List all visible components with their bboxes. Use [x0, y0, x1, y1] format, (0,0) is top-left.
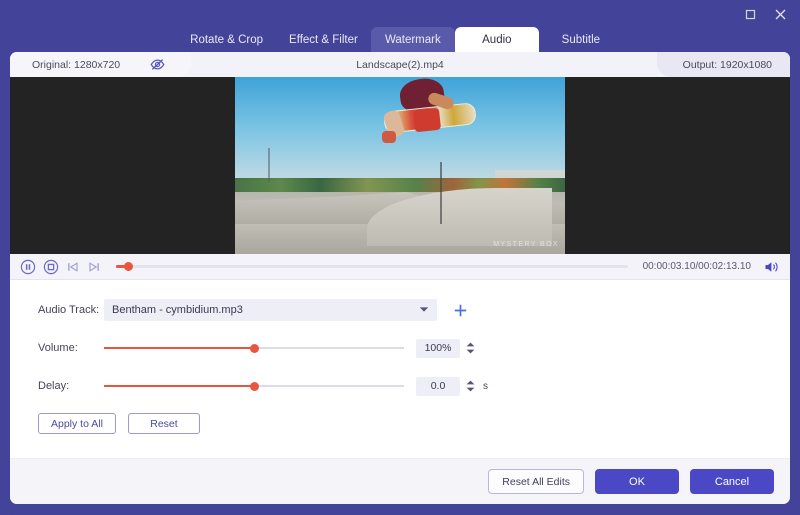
seek-track	[116, 265, 628, 268]
cancel-label: Cancel	[715, 476, 749, 488]
apply-to-all-button[interactable]: Apply to All	[38, 413, 116, 434]
skater-torso	[413, 108, 441, 133]
pole	[440, 162, 442, 224]
delay-value: 0.0	[431, 380, 446, 392]
lamppost	[268, 148, 270, 182]
skateboarder	[370, 79, 490, 151]
tab-rotate-crop[interactable]: Rotate & Crop	[177, 27, 276, 53]
volume-slider-thumb[interactable]	[250, 344, 259, 353]
stepper-down-icon	[466, 349, 475, 354]
stepper-up-icon	[466, 380, 475, 385]
time-display: 00:00:03.10/00:02:13.10	[643, 261, 751, 272]
dialog-footer: Reset All Edits OK Cancel	[10, 458, 790, 504]
delay-slider-thumb[interactable]	[250, 382, 259, 391]
delay-unit-label: s	[483, 381, 488, 392]
delay-slider[interactable]	[104, 378, 404, 394]
audio-settings-panel: Audio Track: Bentham - cymbidium.mp3 Vol…	[10, 280, 790, 458]
tab-audio[interactable]: Audio	[455, 27, 539, 53]
volume-stepper[interactable]	[463, 339, 477, 358]
audio-track-label: Audio Track:	[38, 304, 104, 316]
add-audio-track-button[interactable]	[451, 301, 469, 319]
delay-label: Delay:	[38, 380, 104, 392]
chevron-down-icon	[419, 304, 429, 316]
tab-effect-filter[interactable]: Effect & Filter	[276, 27, 371, 53]
next-frame-icon[interactable]	[87, 260, 101, 274]
editor-window: Rotate & Crop Effect & Filter Watermark …	[0, 0, 800, 515]
volume-label: Volume:	[38, 342, 104, 354]
cancel-button[interactable]: Cancel	[690, 469, 774, 494]
ok-button[interactable]: OK	[595, 469, 679, 494]
tab-label: Effect & Filter	[289, 34, 358, 46]
apply-to-all-label: Apply to All	[51, 418, 103, 430]
delay-row: Delay: 0.0 s	[10, 373, 790, 399]
audio-action-row: Apply to All Reset	[10, 413, 790, 434]
audio-track-row: Audio Track: Bentham - cymbidium.mp3	[10, 297, 790, 323]
title-bar	[0, 0, 800, 28]
reset-all-edits-button[interactable]: Reset All Edits	[488, 469, 584, 494]
stop-circle-icon[interactable]	[43, 259, 59, 275]
delay-value-field[interactable]: 0.0	[416, 377, 460, 396]
tab-bar: Rotate & Crop Effect & Filter Watermark …	[0, 26, 800, 53]
audio-track-select[interactable]: Bentham - cymbidium.mp3	[104, 299, 437, 321]
skater-shoe	[382, 131, 396, 143]
tab-subtitle[interactable]: Subtitle	[539, 27, 623, 53]
eye-off-icon[interactable]	[150, 58, 165, 71]
tab-label: Rotate & Crop	[190, 34, 263, 46]
player-controls: 00:00:03.10/00:02:13.10	[10, 254, 790, 280]
volume-slider-fill	[104, 347, 254, 349]
filename-label: Landscape(2).mp4	[356, 59, 444, 71]
volume-row: Volume: 100%	[10, 335, 790, 361]
volume-icon[interactable]	[764, 260, 780, 274]
output-info: Output: 1920x1080	[657, 52, 790, 77]
seek-thumb[interactable]	[124, 262, 133, 271]
reset-label: Reset	[150, 418, 177, 430]
info-bar: Landscape(2).mp4 Original: 1280x720 Outp…	[10, 52, 790, 77]
tab-label: Audio	[482, 34, 511, 46]
video-preview-stage: MYSTERY BOX	[10, 77, 790, 254]
tab-watermark[interactable]: Watermark	[371, 27, 455, 53]
tab-label: Watermark	[385, 34, 441, 46]
maximize-icon[interactable]	[742, 6, 758, 22]
volume-value-field[interactable]: 100%	[416, 339, 460, 358]
video-watermark: MYSTERY BOX	[493, 241, 559, 248]
ok-label: OK	[629, 476, 645, 488]
reset-button[interactable]: Reset	[128, 413, 200, 434]
close-icon[interactable]	[772, 6, 788, 22]
tab-label: Subtitle	[562, 34, 600, 46]
stepper-up-icon	[466, 342, 475, 347]
previous-frame-icon[interactable]	[66, 260, 80, 274]
pause-circle-icon[interactable]	[20, 259, 36, 275]
video-frame: MYSTERY BOX	[235, 77, 565, 254]
stepper-down-icon	[466, 387, 475, 392]
reset-all-edits-label: Reset All Edits	[502, 476, 570, 488]
delay-stepper[interactable]	[463, 377, 477, 396]
audio-track-value: Bentham - cymbidium.mp3	[112, 304, 243, 316]
seek-slider[interactable]	[116, 259, 628, 275]
original-resolution-label: Original: 1280x720	[32, 59, 120, 71]
delay-slider-fill	[104, 385, 254, 387]
editor-card: Landscape(2).mp4 Original: 1280x720 Outp…	[10, 52, 790, 504]
volume-slider[interactable]	[104, 340, 404, 356]
output-resolution-label: Output: 1920x1080	[683, 59, 772, 71]
original-info: Original: 1280x720	[10, 52, 191, 77]
volume-value: 100%	[425, 342, 452, 354]
